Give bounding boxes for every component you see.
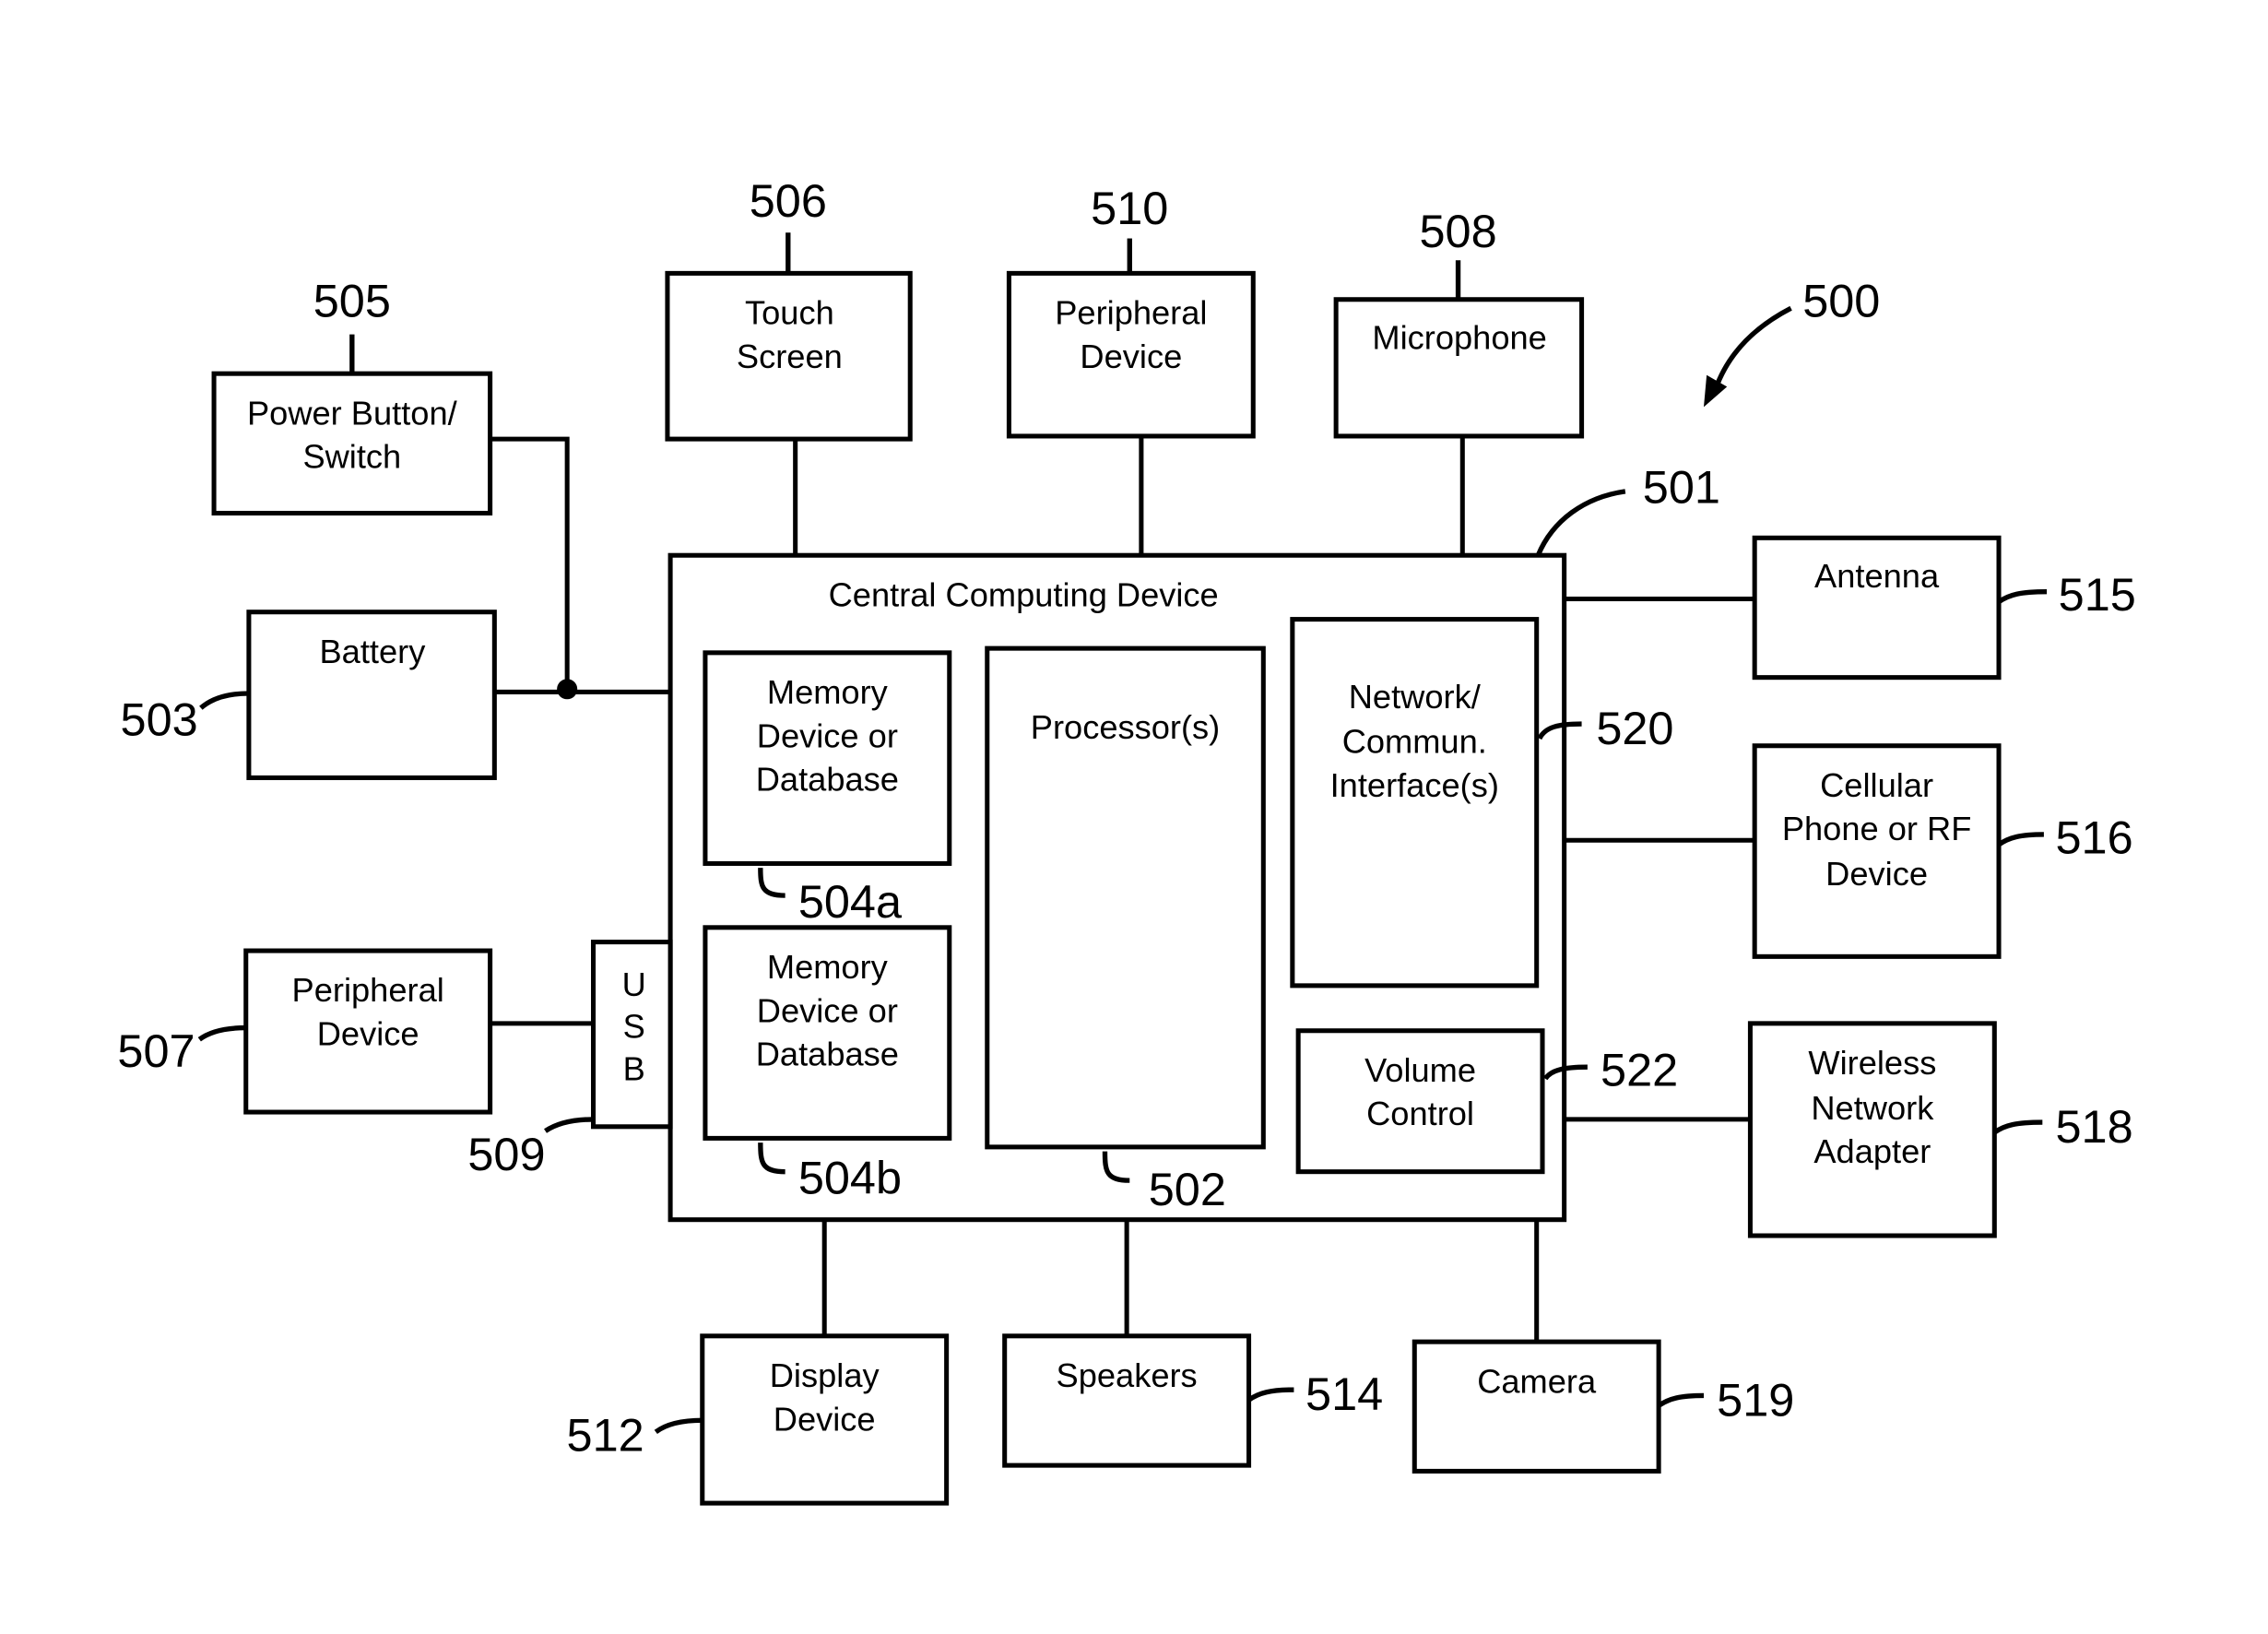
speakers: Speakers 514 (1002, 1333, 1383, 1468)
peripheral-top-line1: Peripheral (1055, 294, 1207, 332)
ref-522: 522 (1601, 1044, 1678, 1096)
wireless-line3: Adapter (1813, 1132, 1931, 1170)
usb-letter-u: U (622, 965, 646, 1003)
ref-505: 505 (313, 275, 391, 327)
touch-line2: Screen (737, 337, 843, 375)
leader-509 (544, 1117, 594, 1133)
ref-507: 507 (117, 1024, 195, 1077)
ref-509: 509 (467, 1128, 545, 1180)
memory-a-line3: Database (756, 761, 899, 799)
ref-502: 502 (1149, 1163, 1226, 1215)
ref-515: 515 (2059, 568, 2136, 621)
arrowhead-icon (1703, 374, 1728, 408)
power-line1: Power Button/ (247, 394, 458, 432)
ref-504a: 504a (798, 875, 903, 928)
figure-ref-500: 500 (1703, 275, 1880, 408)
network-line2: Commun. (1342, 723, 1487, 761)
network-line3: Interface(s) (1330, 766, 1499, 804)
memory-b-line2: Device or (757, 991, 898, 1029)
volume-line1: Volume (1364, 1051, 1476, 1089)
speakers-box[interactable] (1002, 1333, 1252, 1468)
network-line1: Network/ (1349, 678, 1482, 716)
ref-520: 520 (1596, 702, 1673, 754)
ref-514: 514 (1305, 1368, 1383, 1420)
processor: Processor(s) 502 (985, 645, 1266, 1215)
ref-500: 500 (1802, 275, 1880, 327)
peripheral-left-line1: Peripheral (292, 971, 444, 1009)
leader-501 (1535, 489, 1626, 557)
ref-504b: 504b (798, 1151, 902, 1203)
peripheral-top-line2: Device (1080, 337, 1182, 375)
volume-control: Volume Control 522 (1295, 1028, 1678, 1175)
ref-512: 512 (567, 1408, 644, 1461)
memory-b-line1: Memory (767, 948, 889, 986)
ref-501: 501 (1643, 460, 1720, 513)
memory-a-line2: Device or (757, 716, 898, 754)
volume-line2: Control (1366, 1095, 1474, 1132)
power-line2: Switch (302, 438, 401, 476)
antenna-label: Antenna (1814, 557, 1940, 595)
display-line1: Display (770, 1356, 880, 1394)
cellular-line1: Cellular (1820, 766, 1933, 804)
peripheral-device-left: Peripheral Device 507 (117, 948, 493, 1115)
figure-arrow-icon (1713, 305, 1792, 391)
antenna: Antenna 515 (1752, 535, 2136, 681)
power-button: Power Button/ Switch 505 (211, 275, 493, 516)
ref-518: 518 (2056, 1100, 2133, 1153)
leader-512 (654, 1417, 703, 1435)
block-diagram: 500 Central Computing Device 501 Memory … (117, 174, 2136, 1506)
cellular-line3: Device (1825, 855, 1928, 893)
usb-letter-b: B (623, 1049, 645, 1087)
display-line2: Device (774, 1400, 876, 1438)
cellular-phone: Cellular Phone or RF Device 516 (1752, 743, 2133, 959)
wireless-line2: Network (1811, 1089, 1934, 1127)
battery: Battery 503 (121, 610, 497, 780)
memory-b-line3: Database (756, 1036, 899, 1073)
camera-box[interactable] (1412, 1339, 1661, 1474)
usb-port: U S B 509 (467, 940, 673, 1180)
speakers-label: Speakers (1057, 1356, 1198, 1394)
wireless-line1: Wireless (1808, 1044, 1936, 1082)
leader-515 (1997, 588, 2048, 604)
camera-label: Camera (1477, 1362, 1597, 1400)
cellular-line2: Phone or RF (1782, 810, 1972, 847)
ref-519: 519 (1717, 1374, 1794, 1427)
microphone: Microphone 508 (1333, 205, 1585, 439)
central-computing-device: Central Computing Device 501 Memory Devi… (667, 460, 1720, 1223)
ref-516: 516 (2056, 811, 2133, 863)
ref-506: 506 (750, 174, 827, 227)
wireless-network-adapter: Wireless Network Adapter 518 (1747, 1021, 2133, 1238)
processor-label: Processor(s) (1031, 708, 1220, 746)
central-title: Central Computing Device (829, 575, 1219, 613)
ref-508: 508 (1419, 205, 1496, 257)
leader-518 (1992, 1119, 2043, 1135)
network-interface: Network/ Commun. Interface(s) 520 (1290, 617, 1673, 989)
memory-a-line1: Memory (767, 673, 889, 711)
usb-letter-s: S (623, 1008, 645, 1046)
peripheral-device-top: Peripheral Device 510 (1006, 182, 1256, 439)
leader-503 (199, 691, 249, 710)
battery-label: Battery (319, 633, 426, 670)
display-device: Display Device 512 (567, 1333, 950, 1506)
ref-510: 510 (1091, 182, 1168, 234)
leader-507 (197, 1024, 246, 1042)
junction-dot (557, 679, 578, 700)
microphone-label: Microphone (1372, 318, 1546, 356)
leader-516 (1997, 832, 2044, 847)
wire-power (490, 436, 570, 693)
peripheral-left-line2: Device (317, 1015, 419, 1053)
camera: Camera 519 (1412, 1339, 1794, 1474)
touch-screen: Touch Screen 506 (665, 174, 913, 442)
ref-503: 503 (121, 693, 198, 746)
touch-line1: Touch (745, 294, 834, 332)
leader-519 (1657, 1392, 1704, 1408)
leader-514 (1246, 1387, 1294, 1403)
